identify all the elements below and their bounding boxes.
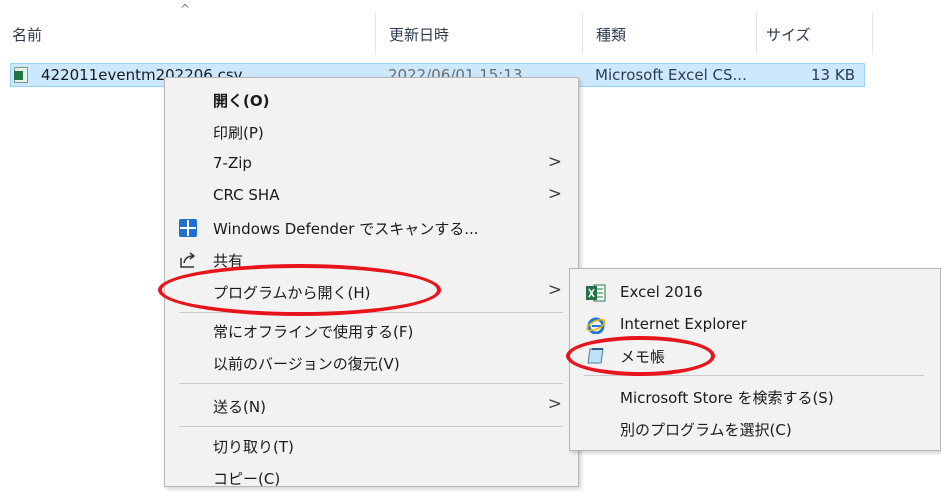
column-header-modified[interactable]: 更新日時: [389, 24, 449, 45]
column-header-type[interactable]: 種類: [596, 24, 626, 45]
menu-item-label: CRC SHA: [213, 186, 280, 204]
chevron-right-icon: >: [547, 394, 562, 414]
menu-item-label: 開く(O): [213, 92, 270, 110]
submenu-item-label: 別のプログラムを選択(C): [620, 421, 792, 439]
submenu-item-store-search[interactable]: Microsoft Store を検索する(S): [570, 382, 940, 412]
column-header-size[interactable]: サイズ: [766, 24, 811, 45]
menu-item-print[interactable]: 印刷(P): [165, 117, 578, 147]
chevron-right-icon: >: [547, 152, 562, 172]
menu-item-send-to[interactable]: 送る(N) >: [165, 391, 578, 421]
submenu-item-label: Microsoft Store を検索する(S): [620, 389, 834, 407]
menu-item-open[interactable]: 開く(O): [165, 85, 578, 115]
menu-item-always-offline[interactable]: 常にオフラインで使用する(F): [165, 316, 578, 346]
file-list-header: ^ 名前 更新日時 種類 サイズ: [0, 0, 941, 70]
menu-item-label: 切り取り(T): [213, 438, 294, 456]
file-size: 13 KB: [811, 66, 855, 84]
file-type: Microsoft Excel CS...: [595, 66, 747, 84]
internet-explorer-icon: [586, 316, 606, 335]
chevron-right-icon: >: [547, 184, 562, 204]
menu-item-label: 以前のバージョンの復元(V): [213, 355, 400, 373]
menu-separator: [179, 426, 563, 427]
menu-item-7zip[interactable]: 7-Zip >: [165, 149, 578, 179]
menu-item-restore-previous[interactable]: 以前のバージョンの復元(V): [165, 348, 578, 378]
menu-item-cut[interactable]: 切り取り(T): [165, 431, 578, 461]
menu-item-label: 7-Zip: [213, 154, 252, 172]
excel-icon: [586, 284, 606, 302]
menu-item-copy[interactable]: コピー(C): [165, 463, 578, 493]
sort-ascending-icon[interactable]: ^: [180, 2, 190, 16]
menu-item-label: 送る(N): [213, 398, 266, 416]
column-divider[interactable]: [872, 12, 873, 54]
submenu-item-label: Internet Explorer: [620, 315, 747, 333]
column-divider[interactable]: [375, 12, 376, 54]
menu-separator: [179, 383, 563, 384]
column-divider[interactable]: [756, 12, 757, 54]
submenu-item-excel[interactable]: Excel 2016: [570, 278, 940, 308]
annotation-ring-open-with: [158, 264, 441, 316]
column-divider[interactable]: [582, 12, 583, 54]
menu-item-label: Windows Defender でスキャンする...: [213, 220, 479, 238]
menu-item-label: 常にオフラインで使用する(F): [213, 323, 414, 341]
annotation-ring-notepad: [566, 336, 715, 376]
share-icon: [178, 250, 198, 270]
submenu-item-label: Excel 2016: [620, 283, 703, 301]
menu-item-label: 印刷(P): [213, 124, 264, 142]
menu-item-crc-sha[interactable]: CRC SHA >: [165, 181, 578, 211]
excel-csv-file-icon: [14, 67, 28, 83]
defender-shield-icon: [178, 218, 198, 238]
menu-item-label: コピー(C): [213, 470, 281, 488]
chevron-right-icon: >: [547, 280, 562, 300]
menu-item-defender-scan[interactable]: Windows Defender でスキャンする...: [165, 213, 578, 243]
column-header-name[interactable]: 名前: [12, 24, 42, 45]
submenu-item-choose-program[interactable]: 別のプログラムを選択(C): [570, 414, 940, 444]
